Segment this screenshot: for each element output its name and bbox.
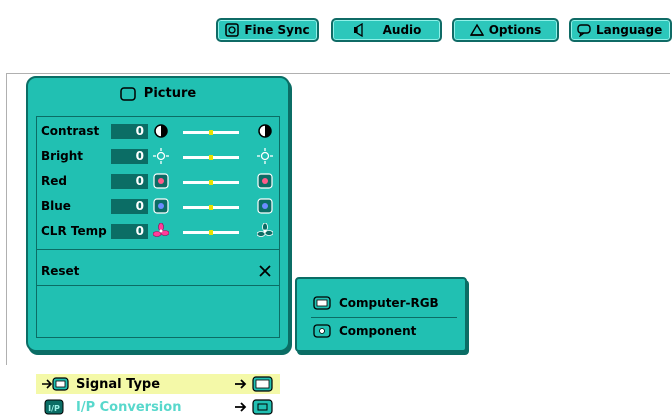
row-label: Blue [41, 199, 71, 213]
reset-label: Reset [41, 264, 80, 278]
tab-audio[interactable]: Audio [331, 18, 442, 42]
contrast-slider[interactable] [183, 130, 239, 135]
row-label: CLR Temp [41, 224, 107, 238]
row-blue[interactable]: Blue [41, 196, 115, 216]
row-red[interactable]: Red [41, 171, 115, 191]
ip-conversion-label: I/P Conversion [76, 400, 182, 415]
arrow-right-icon [235, 399, 273, 415]
red-value: 0 [111, 174, 148, 189]
row-label: Contrast [41, 124, 100, 138]
brightness-icon [257, 148, 273, 164]
red-icon [257, 173, 273, 189]
tab-options[interactable]: Options [452, 18, 559, 42]
signal-type-label: Signal Type [76, 377, 161, 392]
tab-language[interactable]: Language [569, 18, 672, 42]
svg-text:I/P: I/P [48, 404, 60, 413]
picture-panel: Picture Contrast 0 Bright 0 Red 0 Blue 0 [26, 76, 290, 415]
clr-temp-slider[interactable] [183, 230, 239, 235]
speaker-icon [353, 23, 363, 37]
red-slider[interactable] [183, 180, 239, 185]
bright-slider[interactable] [183, 155, 239, 160]
blue-icon [257, 198, 273, 214]
blue-icon [153, 198, 169, 214]
blue-slider[interactable] [183, 205, 239, 210]
row-clr-temp[interactable]: CLR Temp [41, 221, 115, 241]
tab-label: Options [488, 23, 542, 37]
option-label: Computer-RGB [339, 296, 439, 310]
fine-sync-icon [225, 23, 240, 37]
frame-divider [6, 73, 670, 74]
brightness-icon [153, 148, 169, 164]
close-icon [259, 265, 271, 277]
option-component[interactable]: Component [313, 320, 463, 342]
language-icon [577, 24, 591, 37]
contrast-icon [258, 124, 272, 138]
tab-fine-sync[interactable]: Fine Sync [216, 18, 319, 42]
bright-value: 0 [111, 149, 148, 164]
divider [37, 285, 279, 286]
divider [311, 317, 457, 318]
clr-temp-value: 0 [111, 224, 148, 239]
signal-type-icon [42, 377, 69, 391]
frame-left-border [6, 73, 7, 365]
row-label: Bright [41, 149, 84, 163]
tab-label: Fine Sync [244, 23, 310, 37]
divider [37, 249, 279, 250]
panel-title: Picture [28, 86, 288, 101]
red-icon [153, 173, 169, 189]
options-icon [469, 23, 484, 36]
row-bright[interactable]: Bright [41, 146, 115, 166]
option-computer-rgb[interactable]: Computer-RGB [313, 292, 463, 314]
option-label: Component [339, 324, 417, 338]
panel-title-text: Picture [143, 86, 197, 101]
row-contrast[interactable]: Contrast [41, 121, 115, 141]
fan-icon [153, 223, 169, 237]
blue-value: 0 [111, 199, 148, 214]
ip-conversion-icon: I/P [44, 399, 64, 415]
adjustment-list: Contrast 0 Bright 0 Red 0 Blue 0 CLR Tem… [36, 116, 280, 338]
signal-type-submenu: Computer-RGB Component [295, 277, 467, 352]
arrow-right-icon [235, 376, 273, 392]
fan-icon [257, 223, 273, 237]
component-icon [313, 324, 331, 338]
row-label: Red [41, 174, 67, 188]
contrast-value: 0 [111, 124, 148, 139]
picture-icon [120, 86, 136, 101]
contrast-icon [154, 124, 168, 138]
tab-label: Audio [382, 23, 422, 37]
row-reset[interactable]: Reset [41, 261, 115, 281]
tab-label: Language [596, 23, 663, 37]
computer-rgb-icon [313, 296, 331, 310]
